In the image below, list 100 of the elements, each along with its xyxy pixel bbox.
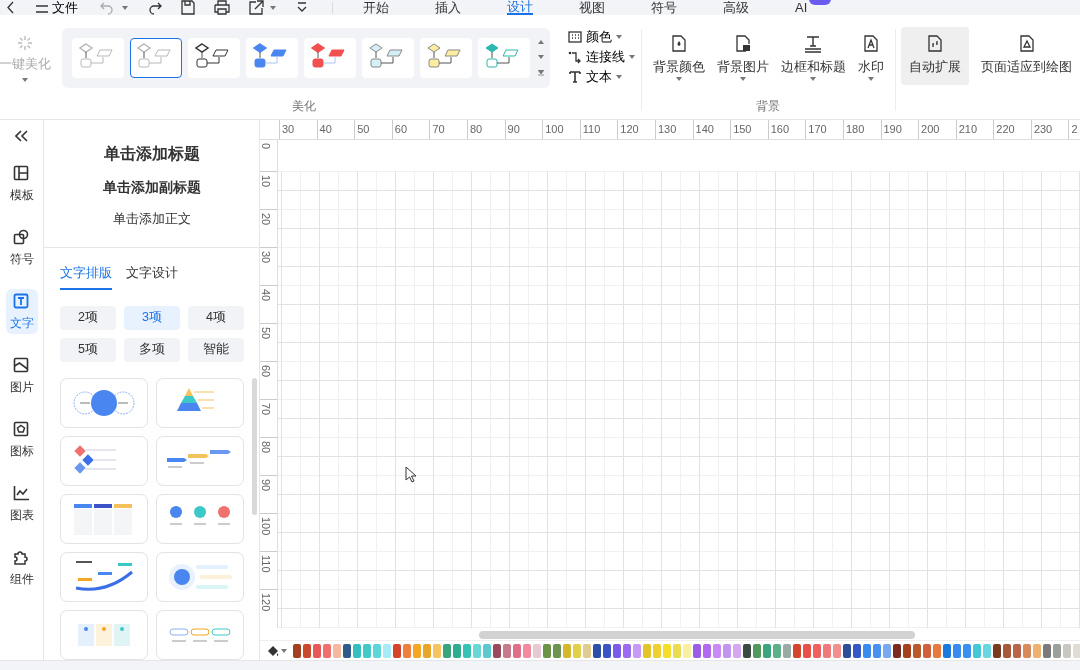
template-card[interactable] — [156, 493, 244, 544]
menu-tab[interactable]: 视图 — [579, 0, 605, 15]
color-swatch[interactable] — [923, 643, 931, 658]
color-swatch[interactable] — [873, 643, 881, 658]
undo-icon[interactable] — [100, 0, 116, 15]
ribbon-button[interactable]: 自动扩展 — [901, 27, 969, 85]
color-swatch[interactable] — [643, 643, 651, 658]
scrollbar[interactable] — [479, 631, 915, 639]
scroll-down-icon[interactable] — [538, 55, 544, 61]
color-swatch[interactable] — [533, 643, 541, 658]
color-swatch[interactable] — [803, 643, 811, 658]
color-swatch[interactable] — [953, 643, 961, 658]
color-swatch[interactable] — [853, 643, 861, 658]
color-swatch[interactable] — [933, 643, 941, 658]
color-swatch[interactable] — [773, 643, 781, 658]
color-swatch[interactable] — [413, 643, 421, 658]
format-menu[interactable]: 连接线 — [568, 47, 635, 67]
color-swatch[interactable] — [1053, 643, 1061, 658]
color-swatch[interactable] — [313, 643, 321, 658]
color-swatch[interactable] — [833, 643, 841, 658]
item-count-button[interactable]: 智能 — [188, 337, 244, 362]
color-swatch[interactable] — [893, 643, 901, 658]
color-swatch[interactable] — [563, 643, 571, 658]
color-swatch[interactable] — [653, 643, 661, 658]
color-swatch[interactable] — [633, 643, 641, 658]
panel-tab[interactable]: 文字设计 — [126, 264, 178, 290]
format-menu[interactable]: 颜色 — [568, 27, 635, 47]
theme-option[interactable] — [130, 38, 182, 78]
format-menu[interactable]: 文本 — [568, 67, 635, 87]
color-swatch[interactable] — [693, 643, 701, 658]
theme-option[interactable] — [362, 38, 414, 78]
color-swatch[interactable] — [723, 643, 731, 658]
color-swatch[interactable] — [783, 643, 791, 658]
body-text[interactable]: 单击添加正文 — [112, 210, 191, 229]
template-card[interactable] — [156, 377, 244, 428]
color-swatch[interactable] — [813, 643, 821, 658]
color-swatch[interactable] — [483, 643, 491, 658]
color-swatch[interactable] — [383, 643, 391, 658]
color-swatch[interactable] — [493, 643, 501, 658]
menu-tab[interactable]: 插入 — [435, 0, 461, 15]
color-swatch[interactable] — [1043, 643, 1051, 658]
color-swatch[interactable] — [1073, 643, 1080, 658]
heading-text[interactable]: 单击添加标题 — [103, 142, 200, 166]
color-swatch[interactable] — [433, 643, 441, 658]
sidebar-item[interactable]: 图表 — [5, 481, 38, 526]
color-swatch[interactable] — [843, 643, 851, 658]
color-swatch[interactable] — [323, 643, 331, 658]
color-swatch[interactable] — [673, 643, 681, 658]
ribbon-button[interactable]: 水印 — [852, 29, 889, 89]
item-count-button[interactable]: 多项 — [124, 337, 180, 362]
color-swatch[interactable] — [913, 643, 921, 658]
color-swatch[interactable] — [743, 643, 751, 658]
theme-option[interactable] — [246, 38, 298, 78]
color-swatch[interactable] — [573, 643, 581, 658]
ribbon-button[interactable]: 背景颜色 — [647, 29, 710, 89]
color-swatch[interactable] — [593, 643, 601, 658]
theme-option[interactable] — [304, 38, 356, 78]
print-icon[interactable] — [214, 0, 230, 15]
color-swatch[interactable] — [663, 643, 671, 658]
color-swatch[interactable] — [703, 643, 711, 658]
color-swatch[interactable] — [443, 643, 451, 658]
theme-option[interactable] — [188, 38, 240, 78]
item-count-button[interactable]: 2项 — [60, 305, 116, 330]
color-swatch[interactable] — [603, 643, 611, 658]
color-swatch[interactable] — [713, 643, 721, 658]
subheading-text[interactable]: 单击添加副标题 — [102, 178, 201, 199]
theme-option[interactable] — [478, 38, 530, 78]
scrollbar[interactable] — [252, 378, 257, 515]
color-swatch[interactable] — [993, 643, 1001, 658]
sidebar-item[interactable]: 符号 — [5, 225, 38, 270]
color-swatch[interactable] — [303, 643, 311, 658]
color-swatch[interactable] — [353, 643, 361, 658]
color-swatch[interactable] — [1023, 643, 1031, 658]
color-swatch[interactable] — [823, 643, 831, 658]
sidebar-item[interactable]: 模板 — [5, 161, 38, 206]
color-swatch[interactable] — [453, 643, 461, 658]
color-swatch[interactable] — [403, 643, 411, 658]
sidebar-item[interactable]: 文字 — [5, 289, 38, 334]
color-swatch[interactable] — [963, 643, 971, 658]
scroll-up-icon[interactable] — [538, 40, 544, 46]
color-swatch[interactable] — [523, 643, 531, 658]
item-count-button[interactable]: 5项 — [60, 337, 116, 362]
color-swatch[interactable] — [463, 643, 471, 658]
color-swatch[interactable] — [883, 643, 891, 658]
color-swatch[interactable] — [473, 643, 481, 658]
color-swatch[interactable] — [1033, 643, 1041, 658]
menu-tab[interactable]: 开始 — [363, 0, 389, 15]
color-swatch[interactable] — [683, 643, 691, 658]
color-swatch[interactable] — [293, 643, 301, 658]
color-swatch[interactable] — [543, 643, 551, 658]
menu-tab[interactable]: 设计 — [507, 0, 533, 15]
ribbon-button[interactable]: 页面适应到绘图 — [973, 27, 1080, 85]
color-swatch[interactable] — [863, 643, 871, 658]
color-swatch[interactable] — [363, 643, 371, 658]
collapse-icon[interactable] — [14, 130, 29, 142]
color-swatch[interactable] — [983, 643, 991, 658]
color-swatch[interactable] — [393, 643, 401, 658]
item-count-button[interactable]: 3项 — [124, 305, 180, 330]
panel-tab[interactable]: 文字排版 — [60, 264, 112, 290]
menu-tab[interactable]: 高级 — [723, 0, 749, 15]
